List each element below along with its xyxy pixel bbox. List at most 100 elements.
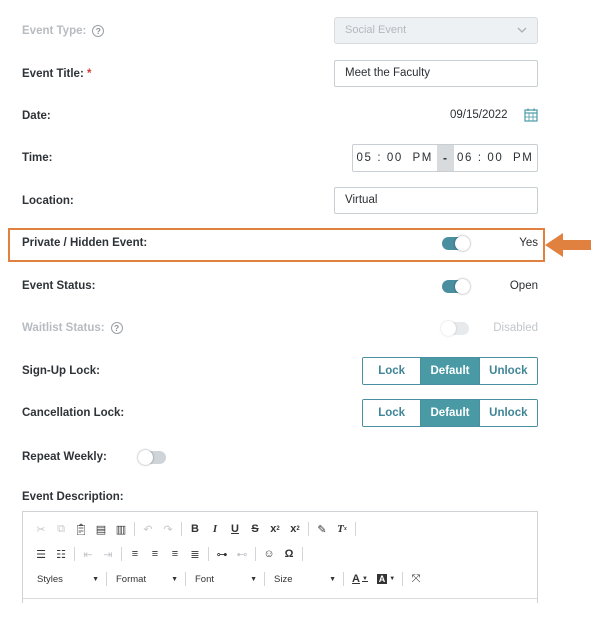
rich-text-editor: ✂ ⧉ 📋︎ ▤ ▥ ↶ ↷ B I U S x2 x2 ✎ Tx ☰ ☷ ⇤ …: [22, 511, 538, 603]
cancellation-lock-lock-button[interactable]: Lock: [363, 400, 421, 426]
background-color-icon[interactable]: A ▼: [373, 570, 399, 588]
cancellation-lock-row: Cancellation Lock: Lock Default Unlock: [0, 398, 560, 428]
paste-word-icon[interactable]: ▥: [111, 520, 131, 538]
toggle-knob: [455, 236, 470, 251]
location-input[interactable]: Virtual: [334, 187, 538, 214]
signup-lock-row: Sign-Up Lock: Lock Default Unlock: [0, 356, 560, 386]
paste-text-icon[interactable]: ▤: [91, 520, 111, 538]
caret-down-icon: ▼: [92, 575, 99, 583]
toolbar-row-paragraph: ☰ ☷ ⇤ ⇥ ≡ ≡ ≡ ≣ ⊶ ⊷ ☺ Ω: [31, 545, 306, 563]
toolbar-separator: [302, 547, 303, 561]
smiley-icon[interactable]: ☺: [259, 545, 279, 563]
undo-icon[interactable]: ↶: [138, 520, 158, 538]
size-dropdown[interactable]: Size ▼: [268, 571, 340, 587]
copy-formatting-icon[interactable]: ✎: [312, 520, 332, 538]
event-type-value: Social Event: [345, 24, 407, 36]
signup-lock-label: Sign-Up Lock:: [22, 365, 100, 377]
help-icon[interactable]: ?: [92, 24, 105, 37]
event-title-label: Event Title: *: [22, 68, 91, 80]
waitlist-status-label-text: Waitlist Status:: [22, 322, 105, 335]
help-icon[interactable]: ?: [110, 321, 123, 334]
time-label: Time:: [22, 152, 53, 164]
align-right-icon[interactable]: ≡: [165, 545, 185, 563]
caret-down-icon: ▼: [250, 575, 257, 583]
location-label: Location:: [22, 195, 74, 207]
signup-lock-default-button[interactable]: Default: [420, 358, 479, 384]
strikethrough-icon[interactable]: S: [245, 520, 265, 538]
font-dropdown[interactable]: Font ▼: [189, 571, 261, 587]
styles-dropdown-label: Styles: [37, 573, 63, 585]
format-dropdown-label: Format: [116, 573, 147, 585]
time-row: Time: 05 : 00 PM - 06 : 00 PM: [0, 143, 560, 173]
outdent-icon[interactable]: ⇤: [78, 545, 98, 563]
waitlist-status-toggle: [441, 321, 469, 336]
start-time-input[interactable]: 05 : 00 PM: [353, 145, 437, 171]
event-title-input[interactable]: Meet the Faculty: [334, 60, 538, 87]
time-range-picker: 05 : 00 PM - 06 : 00 PM: [352, 144, 538, 172]
toolbar-separator: [308, 522, 309, 536]
event-type-select: Social Event: [334, 17, 538, 44]
italic-icon[interactable]: I: [205, 520, 225, 538]
signup-lock-unlock-button[interactable]: Unlock: [478, 358, 537, 384]
event-description-label: Event Description:: [22, 491, 124, 503]
event-type-row: Event Type:? Social Event: [0, 16, 560, 46]
maximize-icon[interactable]: ⤧: [406, 570, 426, 588]
event-status-toggle[interactable]: [442, 279, 470, 294]
link-icon[interactable]: ⊶: [212, 545, 232, 563]
private-hidden-state: Yes: [519, 237, 538, 249]
waitlist-status-state: Disabled: [493, 322, 538, 334]
indent-icon[interactable]: ⇥: [98, 545, 118, 563]
date-value[interactable]: 09/15/2022: [450, 109, 508, 121]
toolbar-separator: [255, 547, 256, 561]
event-type-label: Event Type:?: [22, 24, 105, 38]
remove-format-icon[interactable]: Tx: [332, 520, 352, 538]
event-type-label-text: Event Type:: [22, 25, 87, 38]
toolbar-separator: [106, 572, 107, 586]
underline-icon[interactable]: U: [225, 520, 245, 538]
special-character-icon[interactable]: Ω: [279, 545, 299, 563]
event-title-label-text: Event Title:: [22, 68, 84, 80]
toolbar-separator: [181, 522, 182, 536]
copy-icon[interactable]: ⧉: [51, 520, 71, 538]
waitlist-status-label: Waitlist Status:?: [22, 321, 123, 335]
cancellation-lock-label: Cancellation Lock:: [22, 407, 125, 419]
unlink-icon[interactable]: ⊷: [232, 545, 252, 563]
end-time-input[interactable]: 06 : 00 PM: [454, 145, 538, 171]
numbered-list-icon[interactable]: ☰: [31, 545, 51, 563]
paste-icon[interactable]: 📋︎: [71, 520, 91, 538]
toolbar-separator: [402, 572, 403, 586]
date-label: Date:: [22, 110, 51, 122]
cancellation-lock-default-button[interactable]: Default: [420, 400, 479, 426]
text-color-icon[interactable]: A ▼: [347, 570, 373, 588]
toolbar-row-styles: Styles ▼ Format ▼ Font ▼ Size ▼ A ▼ A ▼ ⤧: [31, 570, 426, 588]
calendar-icon[interactable]: [524, 108, 538, 122]
superscript-icon[interactable]: x2: [285, 520, 305, 538]
bold-icon[interactable]: B: [185, 520, 205, 538]
align-left-icon[interactable]: ≡: [125, 545, 145, 563]
signup-lock-lock-button[interactable]: Lock: [363, 358, 421, 384]
align-center-icon[interactable]: ≡: [145, 545, 165, 563]
cancellation-lock-unlock-button[interactable]: Unlock: [478, 400, 537, 426]
format-dropdown[interactable]: Format ▼: [110, 571, 182, 587]
bulleted-list-icon[interactable]: ☷: [51, 545, 71, 563]
private-hidden-label: Private / Hidden Event:: [22, 237, 148, 249]
subscript-icon[interactable]: x2: [265, 520, 285, 538]
cancellation-lock-segmented: Lock Default Unlock: [362, 399, 538, 427]
font-dropdown-label: Font: [195, 573, 215, 585]
repeat-weekly-toggle[interactable]: [138, 450, 166, 465]
toolbar-separator: [74, 547, 75, 561]
event-status-row: Event Status: Open: [0, 271, 560, 301]
event-description-row: Event Description:: [0, 482, 560, 512]
location-row: Location: Virtual: [0, 186, 560, 216]
editor-toolbar-divider: [23, 598, 537, 599]
styles-dropdown[interactable]: Styles ▼: [31, 571, 103, 587]
event-status-label: Event Status:: [22, 280, 96, 292]
toolbar-separator: [185, 572, 186, 586]
justify-icon[interactable]: ≣: [185, 545, 205, 563]
toolbar-separator: [134, 522, 135, 536]
toolbar-separator: [121, 547, 122, 561]
cut-icon[interactable]: ✂: [31, 520, 51, 538]
private-hidden-toggle[interactable]: [442, 236, 470, 251]
redo-icon[interactable]: ↷: [158, 520, 178, 538]
toggle-knob: [441, 321, 456, 336]
